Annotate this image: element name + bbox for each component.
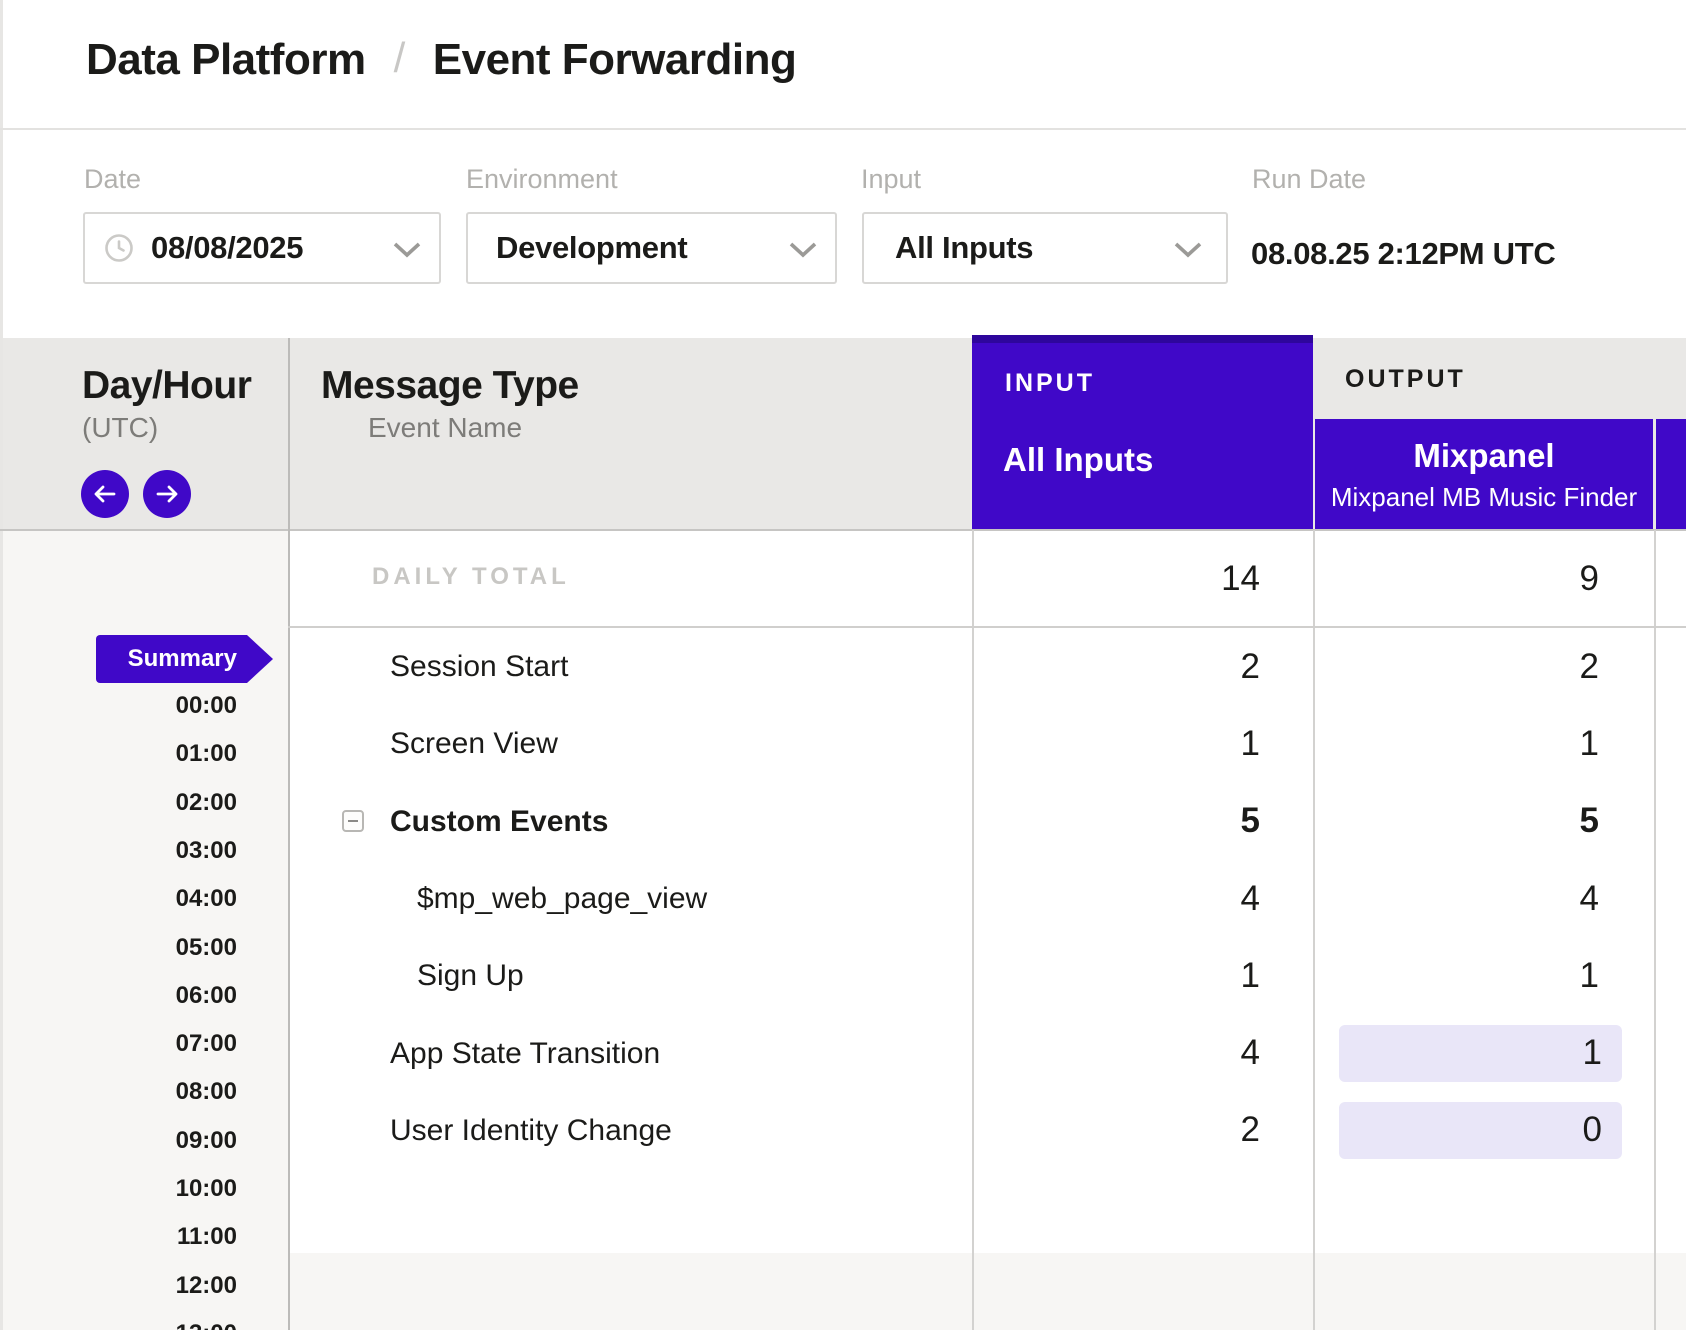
input-dropdown[interactable]: All Inputs xyxy=(862,212,1228,284)
chevron-down-icon xyxy=(789,242,817,264)
event-row-label: Custom Events xyxy=(390,783,608,861)
message-type-column-title: Message Type xyxy=(321,364,579,408)
hour-row-label[interactable]: 02:00 xyxy=(0,779,237,827)
daily-total-output-count: 9 xyxy=(1315,531,1654,626)
output-header-label: OUTPUT xyxy=(1345,365,1466,394)
run-date-label: Run Date xyxy=(1252,164,1366,195)
arrow-left-icon xyxy=(91,483,119,505)
event-forwarding-page: Data Platform / Event Forwarding Date En… xyxy=(0,0,1686,1330)
input-value: All Inputs xyxy=(895,230,1033,266)
output-count-cell: 1 xyxy=(1315,705,1654,782)
minus-glyph xyxy=(348,820,358,822)
chevron-down-icon xyxy=(1174,242,1202,264)
input-count-cell: 5 xyxy=(972,783,1313,860)
day-hour-column-subtitle: (UTC) xyxy=(82,412,158,444)
header-divider xyxy=(0,128,1686,130)
message-type-column-subtitle: Event Name xyxy=(368,412,522,444)
hour-row-label[interactable]: 10:00 xyxy=(0,1165,237,1213)
date-dropdown[interactable]: 08/08/2025 xyxy=(83,212,441,284)
hour-row-label[interactable]: 12:00 xyxy=(0,1262,237,1310)
chevron-down-icon xyxy=(393,242,421,264)
output-count-cell: 2 xyxy=(1315,628,1654,705)
hour-row-label[interactable]: 00:00 xyxy=(0,682,237,730)
previous-day-button[interactable] xyxy=(81,470,129,518)
arrow-right-icon xyxy=(153,483,181,505)
input-count-cell: 4 xyxy=(972,860,1313,937)
input-filter-label: Input xyxy=(861,164,921,195)
hour-row-label[interactable]: 07:00 xyxy=(0,1020,237,1068)
breadcrumb-section-link[interactable]: Data Platform xyxy=(86,35,366,85)
input-count-cell: 2 xyxy=(972,628,1313,705)
breadcrumb: Data Platform / Event Forwarding xyxy=(86,30,796,90)
hour-column-divider xyxy=(288,338,290,1330)
breadcrumb-separator: / xyxy=(394,34,405,82)
column-divider xyxy=(1654,530,1656,1330)
daily-total-label: DAILY TOTAL xyxy=(372,563,570,591)
event-row-label: Session Start xyxy=(390,628,568,706)
hour-row-label[interactable]: 09:00 xyxy=(0,1117,237,1165)
output-next-connection-partial[interactable] xyxy=(1656,419,1686,531)
event-row-label: Sign Up xyxy=(417,937,524,1015)
hour-row-label[interactable]: 03:00 xyxy=(0,827,237,875)
input-count-cell: 1 xyxy=(972,937,1313,1014)
output-integration-name: Mixpanel xyxy=(1413,437,1554,475)
input-count-cell: 2 xyxy=(972,1092,1313,1169)
event-row-label: Screen View xyxy=(390,705,558,783)
hour-row-label[interactable]: 13:00 xyxy=(0,1310,237,1330)
date-filter-label: Date xyxy=(84,164,141,195)
daily-total-input-count: 14 xyxy=(972,531,1313,626)
summary-badge-arrow xyxy=(247,635,273,683)
event-row-label: User Identity Change xyxy=(390,1092,672,1170)
output-connection-name: Mixpanel MB Music Finder xyxy=(1331,482,1637,513)
environment-dropdown[interactable]: Development xyxy=(466,212,837,284)
input-block-top-accent xyxy=(972,335,1313,343)
grid-footer-background xyxy=(288,1253,1686,1330)
hour-row-label[interactable]: 04:00 xyxy=(0,875,237,923)
output-connection-header[interactable]: Mixpanel Mixpanel MB Music Finder xyxy=(1315,419,1653,531)
hour-row-label[interactable]: 11:00 xyxy=(0,1213,237,1261)
day-hour-column-title: Day/Hour xyxy=(82,364,251,408)
run-date-value: 08.08.25 2:12PM UTC xyxy=(1251,236,1555,272)
next-day-button[interactable] xyxy=(143,470,191,518)
environment-value: Development xyxy=(496,230,687,266)
input-header-value: All Inputs xyxy=(1003,441,1153,479)
output-count-cell-highlighted: 1 xyxy=(1339,1025,1622,1082)
collapse-icon[interactable] xyxy=(342,810,364,832)
date-value: 08/08/2025 xyxy=(151,230,303,266)
hour-row-label[interactable]: 05:00 xyxy=(0,924,237,972)
input-count-cell: 1 xyxy=(972,705,1313,782)
event-row-label: App State Transition xyxy=(390,1015,660,1093)
output-count-cell: 1 xyxy=(1315,937,1654,1014)
page-title: Event Forwarding xyxy=(433,35,797,85)
summary-row-label: Summary xyxy=(128,645,237,673)
output-count-cell-highlighted: 0 xyxy=(1339,1102,1622,1159)
output-count-cell: 4 xyxy=(1315,860,1654,937)
hour-row-label[interactable]: 08:00 xyxy=(0,1068,237,1116)
summary-row-badge[interactable]: Summary xyxy=(96,635,247,683)
input-header-label: INPUT xyxy=(1005,369,1095,398)
hour-row-label[interactable]: 06:00 xyxy=(0,972,237,1020)
hour-row-label[interactable]: 01:00 xyxy=(0,730,237,778)
environment-filter-label: Environment xyxy=(466,164,618,195)
input-count-cell: 4 xyxy=(972,1015,1313,1092)
event-row-label: $mp_web_page_view xyxy=(417,860,707,938)
output-count-cell: 5 xyxy=(1315,783,1654,860)
clock-icon xyxy=(104,233,134,263)
